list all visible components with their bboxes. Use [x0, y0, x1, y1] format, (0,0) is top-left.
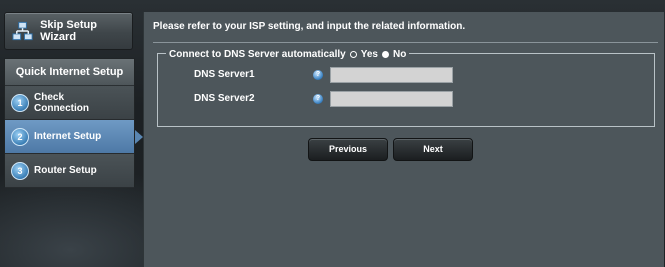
dns-server2-label: DNS Server2	[194, 93, 255, 104]
menu-item-router-setup[interactable]: 3 Router Setup	[5, 154, 134, 188]
dns-auto-yes-label[interactable]: Yes	[361, 49, 378, 60]
step-number-icon: 2	[11, 127, 29, 146]
dns-auto-no-radio[interactable]	[381, 50, 389, 58]
menu-item-internet-setup[interactable]: 2 Internet Setup	[5, 120, 143, 154]
dns-server1-input[interactable]	[330, 67, 453, 83]
step-number-icon: 1	[11, 93, 29, 112]
dns-auto-no-label[interactable]: No	[393, 49, 406, 60]
menu-item-label-line2: Connection	[34, 102, 89, 114]
instruction-text: Please refer to your ISP setting, and in…	[153, 21, 466, 32]
network-icon	[12, 21, 33, 41]
dns-auto-yes-radio[interactable]	[349, 50, 357, 58]
dns-server1-label: DNS Server1	[194, 69, 255, 80]
dns-fieldset	[157, 53, 655, 127]
menu-item-label: Check Connection	[34, 92, 89, 114]
dns-server2-input[interactable]	[330, 91, 453, 107]
main-panel: Please refer to your ISP setting, and in…	[143, 12, 664, 267]
menu-item-label: Internet Setup	[34, 131, 102, 142]
menu-item-label-line1: Check	[34, 91, 65, 103]
skip-setup-wizard-label: Skip Setup Wizard	[40, 19, 97, 43]
menu-header: Quick Internet Setup	[5, 59, 134, 86]
menu-item-label: Router Setup	[34, 165, 97, 176]
dns-auto-legend: Connect to DNS Server automatically Yes …	[166, 48, 410, 60]
skip-setup-wizard-button[interactable]: Skip Setup Wizard	[4, 12, 133, 50]
previous-button[interactable]: Previous	[308, 138, 388, 161]
next-button[interactable]: Next	[393, 138, 473, 161]
help-icon[interactable]: ?	[313, 70, 323, 80]
wizard-menu: Quick Internet Setup 1 Check Connection …	[4, 58, 143, 188]
dns-auto-label: Connect to DNS Server automatically	[169, 48, 346, 60]
divider	[153, 42, 658, 43]
help-icon[interactable]: ?	[313, 94, 323, 104]
step-number-icon: 3	[11, 161, 29, 180]
menu-item-check-connection[interactable]: 1 Check Connection	[5, 86, 134, 120]
